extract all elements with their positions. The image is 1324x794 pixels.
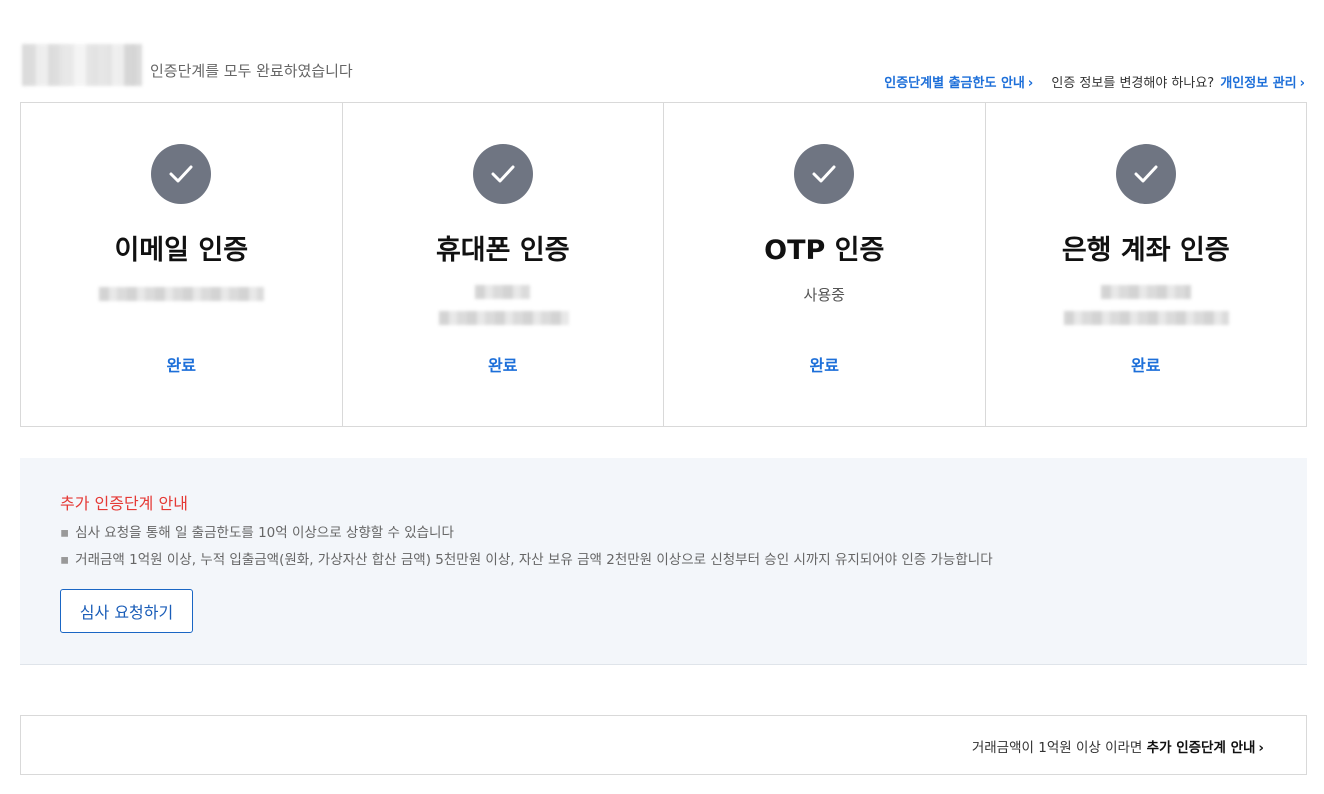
page-header: 인증단계를 모두 완료하였습니다 인증단계별 출금한도 안내 › 인증 정보를 변…	[20, 40, 1307, 102]
bottom-prefix: 거래금액이 1억원 이상 이라면	[971, 740, 1143, 756]
info-list: ▪ 심사 요청을 통해 일 출금한도를 10억 이상으로 상향할 수 있습니다 ▪…	[60, 520, 993, 574]
bank-name-redacted	[1100, 285, 1191, 299]
bullet-icon: ▪	[60, 525, 70, 541]
card-status: 완료	[1131, 356, 1161, 375]
card-title: OTP 인증	[764, 235, 885, 266]
card-phone-verification: 휴대폰 인증 완료	[343, 103, 664, 426]
card-status: 완료	[809, 356, 839, 375]
card-status: 완료	[488, 356, 518, 375]
additional-verification-link-label: 추가 인증단계 안내	[1146, 740, 1256, 756]
personal-info-link[interactable]: 개인정보 관리 ›	[1220, 76, 1305, 91]
check-circle-icon	[794, 144, 855, 204]
check-circle-icon	[472, 144, 533, 204]
verification-cards: 이메일 인증 완료 휴대폰 인증 완료 OTP 인증 사용중 완료 은행 계좌 …	[20, 102, 1307, 427]
card-title: 은행 계좌 인증	[1061, 235, 1230, 266]
additional-verification-info: 추가 인증단계 안내 ▪ 심사 요청을 통해 일 출금한도를 10억 이상으로 상…	[20, 458, 1307, 665]
list-item-text: 심사 요청을 통해 일 출금한도를 10억 이상으로 상향할 수 있습니다	[75, 525, 454, 541]
list-item: ▪ 심사 요청을 통해 일 출금한도를 10억 이상으로 상향할 수 있습니다	[60, 520, 993, 547]
user-name-redacted	[22, 44, 142, 86]
header-links: 인증단계별 출금한도 안내 › 인증 정보를 변경해야 하나요? 개인정보 관리 ›	[884, 72, 1305, 91]
check-circle-icon	[1115, 144, 1176, 204]
card-status: 완료	[166, 356, 196, 375]
chevron-right-icon: ›	[1299, 76, 1305, 91]
otp-usage-value: 사용중	[803, 286, 845, 304]
card-title: 휴대폰 인증	[435, 235, 570, 266]
additional-verification-link[interactable]: 추가 인증단계 안내 ›	[1147, 740, 1264, 756]
request-review-button[interactable]: 심사 요청하기	[60, 589, 193, 633]
withdrawal-limit-link[interactable]: 인증단계별 출금한도 안내 ›	[884, 76, 1033, 91]
bullet-icon: ▪	[60, 552, 70, 568]
card-otp-verification: OTP 인증 사용중 완료	[664, 103, 986, 426]
change-info-question: 인증 정보를 변경해야 하나요?	[1051, 76, 1215, 91]
verification-status-text: 인증단계를 모두 완료하였습니다	[150, 62, 353, 80]
card-title: 이메일 인증	[114, 235, 249, 266]
chevron-right-icon: ›	[1258, 740, 1264, 756]
bottom-banner-text: 거래금액이 1억원 이상 이라면 추가 인증단계 안내 ›	[972, 736, 1264, 756]
phone-number-redacted	[438, 311, 569, 325]
bank-account-redacted	[1063, 311, 1229, 325]
email-redacted	[99, 287, 265, 301]
card-email-verification: 이메일 인증 완료	[21, 103, 343, 426]
list-item-text: 거래금액 1억원 이상, 누적 입출금액(원화, 가상자산 합산 금액) 5천만…	[75, 552, 993, 568]
check-circle-icon	[151, 144, 212, 204]
bottom-banner: 거래금액이 1억원 이상 이라면 추가 인증단계 안내 ›	[20, 715, 1307, 775]
withdrawal-limit-link-label: 인증단계별 출금한도 안내	[884, 76, 1025, 91]
phone-carrier-redacted	[474, 285, 530, 299]
info-title: 추가 인증단계 안내	[60, 494, 188, 513]
personal-info-link-label: 개인정보 관리	[1220, 76, 1297, 91]
chevron-right-icon: ›	[1027, 76, 1034, 91]
card-bank-verification: 은행 계좌 인증 완료	[986, 103, 1307, 426]
list-item: ▪ 거래금액 1억원 이상, 누적 입출금액(원화, 가상자산 합산 금액) 5천…	[60, 547, 993, 574]
